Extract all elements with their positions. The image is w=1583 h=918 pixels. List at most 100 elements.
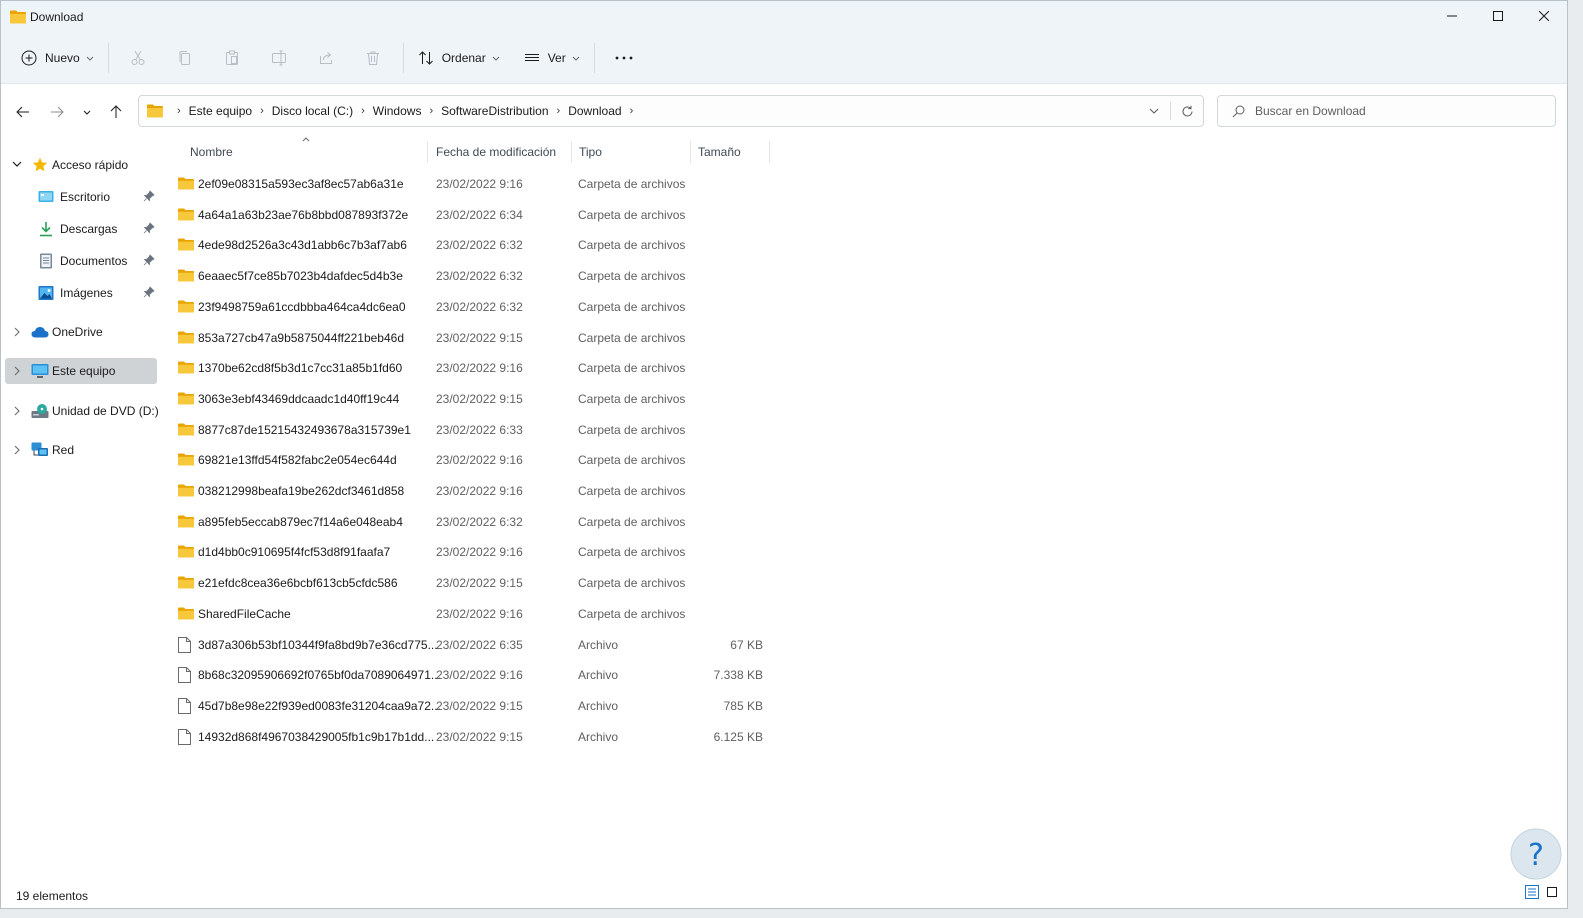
table-row[interactable]: 038212998beafa19be262dcf3461d858 23/02/20… [171, 476, 771, 506]
file-type: Archivo [578, 729, 619, 744]
arrow-right-icon [51, 106, 64, 118]
address-bar[interactable]: › Este equipo › Disco local (C:) › Windo… [138, 95, 1204, 127]
file-name: 3d87a306b53bf10344f9fa8bd9b7e36cd775... [198, 637, 438, 652]
toolbar-separator [402, 43, 404, 73]
delete-button[interactable] [350, 41, 397, 75]
file-date: 23/02/2022 6:32 [436, 299, 523, 314]
file-date: 23/02/2022 6:32 [436, 514, 523, 529]
column-header-name[interactable]: Nombre [190, 145, 233, 159]
sort-button[interactable]: Ordenar [410, 41, 508, 75]
desktop-icon [37, 188, 55, 206]
sidebar-item-label: Imágenes [60, 286, 113, 300]
view-button[interactable]: Ver [516, 41, 588, 75]
file-date: 23/02/2022 9:16 [436, 453, 523, 468]
address-history-button[interactable] [1138, 96, 1170, 126]
sidebar-item-descargas[interactable]: Descargas [5, 216, 157, 242]
table-row[interactable]: 3063e3ebf43469ddcaadc1d40ff19c44 23/02/20… [171, 384, 771, 414]
sidebar-item-dvd-drive[interactable]: Unidad de DVD (D:) [5, 398, 159, 424]
column-divider[interactable] [571, 141, 572, 163]
chevron-right-icon [14, 406, 20, 416]
file-type: Archivo [578, 668, 619, 683]
file-icon [178, 667, 191, 686]
table-row[interactable]: 23f9498759a61ccdbbba464ca4dc6ea0 23/02/20… [171, 292, 771, 322]
new-button[interactable]: Nuevo [13, 41, 102, 75]
file-date: 23/02/2022 9:16 [436, 545, 523, 560]
search-input[interactable]: Buscar en Download [1217, 95, 1556, 127]
table-row[interactable]: a895feb5eccab879ec7f14a6e048eab4 23/02/20… [171, 507, 771, 537]
column-header-date[interactable]: Fecha de modificación [436, 145, 556, 159]
sidebar-item-label: Acceso rápido [52, 158, 129, 172]
table-row[interactable]: 4ede98d2526a3c43d1abb6c7b3af7ab6 23/02/20… [171, 230, 771, 260]
search-placeholder: Buscar en Download [1255, 104, 1366, 118]
file-type: Carpeta de archivos [578, 238, 686, 253]
table-row[interactable]: 14932d868f4967038429005fb1c9b17b1dd... 23… [171, 722, 771, 752]
column-divider[interactable] [427, 141, 428, 163]
table-row[interactable]: 69821e13ffd54f582fabc2e054ec644d 23/02/20… [171, 445, 771, 475]
refresh-button[interactable] [1171, 96, 1203, 126]
file-date: 23/02/2022 6:32 [436, 269, 523, 284]
file-name: 1370be62cd8f5b3d1c7cc31a85b1fd60 [198, 361, 403, 376]
breadcrumb-windows[interactable]: Windows [373, 104, 422, 118]
table-row[interactable]: e21efdc8cea36e6bcbf613cb5cfdc586 23/02/20… [171, 568, 771, 598]
sidebar-item-label: Red [52, 443, 75, 457]
sidebar-item-onedrive[interactable]: OneDrive [5, 319, 157, 345]
column-divider[interactable] [690, 141, 691, 163]
help-avatar-icon: ? [1510, 828, 1562, 880]
sidebar-item-acceso-rapido[interactable]: Acceso rápido [5, 152, 157, 178]
maximize-icon [1493, 11, 1503, 21]
chevron-right-icon [14, 445, 20, 455]
table-row[interactable]: 853a727cb47a9b5875044ff221beb46d 23/02/20… [171, 323, 771, 353]
file-name: 4ede98d2526a3c43d1abb6c7b3af7ab6 [198, 238, 407, 253]
sidebar-item-este-equipo[interactable]: Este equipo [5, 358, 157, 384]
table-row[interactable]: 4a64a1a63b23ae76b8bbd087893f372e 23/02/20… [171, 200, 771, 230]
sidebar-item-imagenes[interactable]: Imágenes [5, 280, 157, 306]
column-header-type[interactable]: Tipo [579, 145, 602, 159]
table-row[interactable]: d1d4bb0c910695f4fcf53d8f91faafa7 23/02/20… [171, 537, 771, 567]
sidebar-item-red[interactable]: Red [5, 437, 157, 463]
share-button[interactable] [303, 41, 350, 75]
arrow-up-icon [110, 105, 122, 118]
paste-button[interactable] [209, 41, 256, 75]
file-type: Carpeta de archivos [578, 576, 686, 591]
column-divider[interactable] [769, 141, 770, 163]
forward-button[interactable] [47, 102, 67, 122]
table-row[interactable]: 6eaaec5f7ce85b7023b4dafdec5d4b3e 23/02/20… [171, 261, 771, 291]
sidebar-item-documentos[interactable]: Documentos [5, 248, 157, 274]
copy-button[interactable] [162, 41, 209, 75]
navigation-pane: Acceso rápido Escritorio Descargas Docum… [1, 141, 161, 881]
close-button[interactable] [1521, 1, 1567, 31]
recent-locations-button[interactable] [77, 102, 97, 122]
table-row[interactable]: 2ef09e08315a593ec3af8ec57ab6a31e 23/02/20… [171, 169, 771, 199]
pin-icon [143, 286, 155, 298]
rename-button[interactable] [256, 41, 303, 75]
maximize-button[interactable] [1475, 1, 1521, 31]
file-name: 8b68c32095906692f0765bf0da7089064971... [198, 668, 441, 683]
sort-icon [418, 51, 433, 65]
folder-icon [178, 177, 194, 193]
breadcrumb-download[interactable]: Download [568, 104, 621, 118]
column-header-size[interactable]: Tamaño [698, 145, 741, 159]
sidebar-item-escritorio[interactable]: Escritorio [5, 184, 157, 210]
table-row[interactable]: 1370be62cd8f5b3d1c7cc31a85b1fd60 23/02/20… [171, 353, 771, 383]
more-options-button[interactable] [601, 41, 648, 75]
table-row[interactable]: 3d87a306b53bf10344f9fa8bd9b7e36cd775... 2… [171, 630, 771, 660]
folder-icon [178, 515, 194, 531]
breadcrumb-este-equipo[interactable]: Este equipo [189, 104, 252, 118]
table-row[interactable]: 45d7b8e98e22f939ed0083fe31204caa9a72... 2… [171, 691, 771, 721]
file-name: a895feb5eccab879ec7f14a6e048eab4 [198, 514, 403, 529]
breadcrumb-disco-local[interactable]: Disco local (C:) [272, 104, 353, 118]
table-row[interactable]: 8b68c32095906692f0765bf0da7089064971... 2… [171, 660, 771, 690]
file-name: 038212998beafa19be262dcf3461d858 [198, 484, 405, 498]
file-date: 23/02/2022 9:16 [436, 668, 523, 683]
more-icon [615, 56, 633, 60]
breadcrumb-softwaredistribution[interactable]: SoftwareDistribution [441, 104, 548, 118]
table-row[interactable]: 8877c87de15215432493678a315739e1 23/02/20… [171, 415, 771, 445]
chevron-down-icon [1149, 108, 1159, 114]
up-button[interactable] [106, 102, 126, 122]
cut-button[interactable] [115, 41, 162, 75]
back-button[interactable] [13, 102, 33, 122]
minimize-button[interactable] [1429, 1, 1475, 31]
network-icon [31, 441, 49, 459]
file-name: 8877c87de15215432493678a315739e1 [198, 422, 411, 437]
table-row[interactable]: SharedFileCache 23/02/2022 9:16 Carpeta de… [171, 599, 771, 629]
